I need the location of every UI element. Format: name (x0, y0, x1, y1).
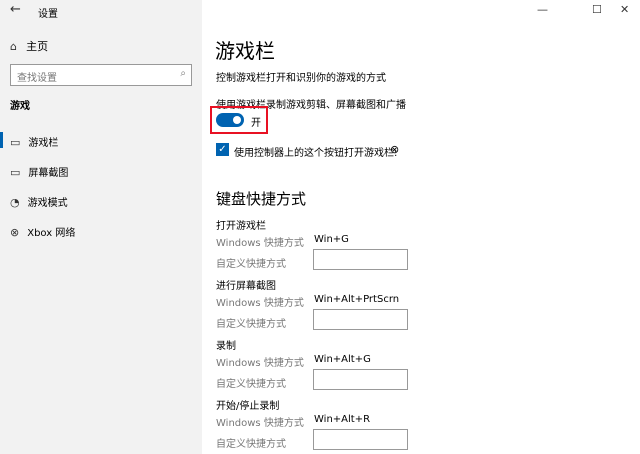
checkbox-label: 使用控制器上的这个按钮打开游戏栏: (234, 148, 398, 159)
sidebar-item-gamemode[interactable]: ◔ 游戏模式 (10, 194, 68, 209)
toggle-state: 开 (251, 118, 261, 129)
shortcut-group-title: 进行屏幕截图 (216, 281, 276, 292)
custom-shortcut-input[interactable] (313, 309, 408, 330)
shortcut-group-title: 打开游戏栏 (216, 221, 266, 232)
search-input[interactable]: 查找设置 ⌕ (10, 64, 192, 86)
windows-shortcut-value: Win+Alt+R (314, 414, 371, 425)
maximize-button[interactable]: ☐ (592, 3, 602, 16)
custom-shortcut-label: 自定义快捷方式 (216, 379, 286, 390)
windows-shortcut-label: Windows 快捷方式 (216, 298, 304, 309)
back-icon[interactable]: ← (10, 2, 21, 17)
gamemode-icon: ◔ (10, 196, 20, 209)
windows-shortcut-value: Win+Alt+G (314, 354, 371, 365)
custom-shortcut-input[interactable] (313, 249, 408, 270)
custom-shortcut-input[interactable] (313, 429, 408, 450)
windows-shortcut-label: Windows 快捷方式 (216, 418, 304, 429)
shortcut-group-title: 开始/停止录制 (216, 401, 280, 412)
screenshot-icon: ▭ (10, 166, 21, 179)
shortcut-group-title: 录制 (216, 341, 236, 352)
selected-indicator (0, 132, 3, 148)
custom-shortcut-label: 自定义快捷方式 (216, 259, 286, 270)
shortcuts-heading: 键盘快捷方式 (216, 190, 307, 208)
section-title: 游戏 (10, 101, 30, 112)
sidebar-item-screenshot[interactable]: ▭ 屏幕截图 (10, 164, 68, 179)
windows-shortcut-label: Windows 快捷方式 (216, 358, 304, 369)
xbox-icon: ⊗ (390, 143, 400, 156)
record-toggle[interactable] (216, 113, 244, 127)
custom-shortcut-label: 自定义快捷方式 (216, 439, 286, 450)
windows-shortcut-value: Win+G (314, 234, 349, 245)
close-button[interactable]: ✕ (620, 3, 629, 16)
controller-checkbox[interactable]: ✓ (216, 143, 229, 156)
page-title: 游戏栏 (215, 39, 275, 63)
windows-shortcut-value: Win+Alt+PrtScrn (314, 294, 400, 305)
custom-shortcut-input[interactable] (313, 369, 408, 390)
page-description: 控制游戏栏打开和识别你的游戏的方式 (216, 73, 386, 84)
home-icon: ⌂ (10, 40, 17, 53)
sidebar-item-gamebar[interactable]: ▭ 游戏栏 (10, 134, 58, 149)
custom-shortcut-label: 自定义快捷方式 (216, 319, 286, 330)
search-icon: ⌕ (180, 68, 186, 79)
sidebar-item-xbox[interactable]: ⊗ Xbox 网络 (10, 224, 75, 239)
xbox-icon: ⊗ (10, 226, 20, 239)
window-title: 设置 (38, 9, 58, 20)
gamebar-icon: ▭ (10, 136, 21, 149)
sidebar-home[interactable]: ⌂ 主页 (10, 38, 48, 54)
windows-shortcut-label: Windows 快捷方式 (216, 238, 304, 249)
minimize-button[interactable]: — (537, 3, 548, 16)
